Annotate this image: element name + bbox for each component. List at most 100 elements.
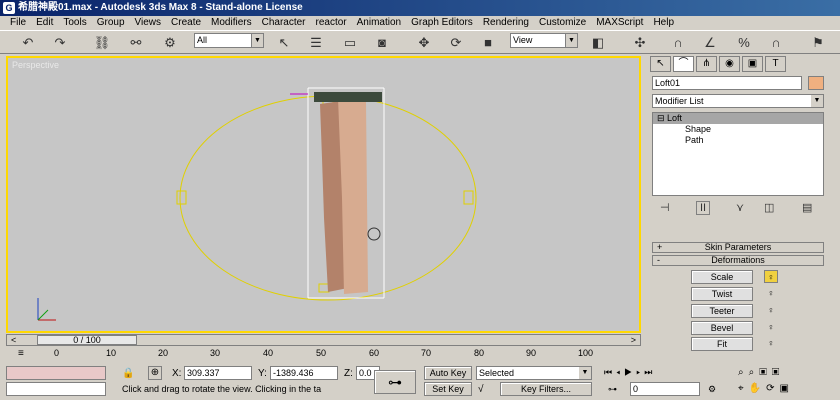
bind-spacewarp-icon[interactable]: ⚙ <box>160 33 180 52</box>
set-key-button[interactable]: Set Key <box>424 382 472 396</box>
current-frame-field[interactable]: 0 <box>630 382 700 396</box>
x-label: X: <box>172 368 182 379</box>
deformations-rollout[interactable]: - Deformations <box>652 255 824 266</box>
chevron-down-icon: ▼ <box>811 95 823 107</box>
menu-rendering[interactable]: Rendering <box>479 16 535 30</box>
axis-tripod-y <box>37 309 49 321</box>
bevel-toggle-bulb-icon[interactable]: ♀ <box>764 321 778 334</box>
named-selection-icon[interactable]: ⚑ <box>808 33 828 52</box>
key-mode-toggle-icon[interactable]: ⊶ <box>608 384 617 395</box>
object-name-field[interactable]: Loft01 <box>652 76 802 90</box>
spinner-snap-icon[interactable]: ∩ <box>766 33 786 52</box>
select-icon[interactable]: ↖ <box>274 33 294 52</box>
modifier-stack: ⊟ Loft Shape Path <box>652 112 824 196</box>
menu-create[interactable]: Create <box>167 16 207 30</box>
set-key-icon[interactable]: ⊶ <box>374 370 416 394</box>
stack-item-loft[interactable]: ⊟ Loft <box>653 113 823 124</box>
display-tab-icon[interactable]: ▣ <box>742 56 763 72</box>
playback-controls[interactable]: ⏮◂▶▸⏭ <box>604 367 656 378</box>
modifier-list-dropdown[interactable]: Modifier List ▼ <box>652 94 824 108</box>
link-icon[interactable]: ⛓ <box>92 33 112 52</box>
pin-stack-icon[interactable]: ⊣ <box>660 201 670 214</box>
y-coordinate-field[interactable]: -1389.436 <box>270 366 338 380</box>
viewport-nav-bottom[interactable]: ⌖✋⟳▣ <box>738 383 794 394</box>
stack-item-shape[interactable]: Shape <box>653 124 823 135</box>
rotate-icon[interactable]: ⟳ <box>446 33 466 52</box>
time-slider-prev-icon[interactable]: < <box>11 335 16 345</box>
time-slider-next-icon[interactable]: > <box>631 335 636 345</box>
menu-group[interactable]: Group <box>93 16 131 30</box>
twist-toggle-bulb-icon[interactable]: ♀ <box>764 287 778 300</box>
menu-tools[interactable]: Tools <box>59 16 92 30</box>
modify-tab-icon[interactable]: ⌒ <box>673 56 694 72</box>
x-coordinate-field[interactable]: 309.337 <box>184 366 252 380</box>
modifier-list-label: Modifier List <box>655 96 704 106</box>
window-crossing-icon[interactable]: ◙ <box>372 33 392 52</box>
object-color-swatch[interactable] <box>808 76 824 90</box>
menu-customize[interactable]: Customize <box>535 16 592 30</box>
manipulate-icon[interactable]: ✣ <box>630 33 650 52</box>
bevel-deform-button[interactable]: Bevel <box>691 321 753 335</box>
time-slider[interactable]: 0 / 100 <box>37 335 137 345</box>
menu-graph-editors[interactable]: Graph Editors <box>407 16 479 30</box>
menu-reactor[interactable]: reactor <box>312 16 353 30</box>
perspective-viewport[interactable]: Perspective <box>6 56 641 333</box>
selection-filter-dropdown[interactable]: All ▼ <box>194 33 264 48</box>
move-icon[interactable]: ✥ <box>414 33 434 52</box>
menu-modifiers[interactable]: Modifiers <box>207 16 258 30</box>
lock-selection-icon[interactable]: 🔒 <box>122 368 134 379</box>
motion-tab-icon[interactable]: ◉ <box>719 56 740 72</box>
fit-deform-button[interactable]: Fit <box>691 337 753 351</box>
teeter-deform-button[interactable]: Teeter <box>691 304 753 318</box>
show-end-result-icon[interactable]: II <box>696 201 711 215</box>
menu-animation[interactable]: Animation <box>353 16 407 30</box>
menu-help[interactable]: Help <box>649 16 680 30</box>
absolute-mode-icon[interactable]: ⊕ <box>148 366 162 380</box>
orbit-handle-right <box>463 190 474 205</box>
utilities-tab-icon[interactable]: T <box>765 56 786 72</box>
selection-filter-value: All <box>197 35 208 45</box>
make-unique-icon[interactable]: ⋎ <box>736 201 744 214</box>
create-tab-icon[interactable]: ↖ <box>650 56 671 72</box>
track-tick: 50 <box>316 348 327 358</box>
app-icon[interactable]: G <box>3 2 15 14</box>
fit-toggle-bulb-icon[interactable]: ♀ <box>764 337 778 350</box>
key-mode-dropdown[interactable]: Selected ▼ <box>476 366 592 380</box>
key-tangent-icon[interactable]: √ <box>478 384 484 395</box>
skin-parameters-rollout[interactable]: + Skin Parameters <box>652 242 824 253</box>
menu-maxscript[interactable]: MAXScript <box>592 16 649 30</box>
stack-item-path[interactable]: Path <box>653 135 823 146</box>
rect-selection-icon[interactable]: ▭ <box>340 33 360 52</box>
menu-views[interactable]: Views <box>131 16 168 30</box>
angle-snap-icon[interactable]: ∠ <box>700 33 720 52</box>
snap-toggle-icon[interactable]: ∩ <box>668 33 688 52</box>
menu-character[interactable]: Character <box>258 16 312 30</box>
percent-snap-icon[interactable]: % <box>734 33 754 52</box>
hierarchy-tab-icon[interactable]: ⋔ <box>696 56 717 72</box>
rotate-cursor-icon <box>367 227 381 241</box>
viewport-nav-top[interactable]: ⌕⌕▣▣ <box>738 367 784 378</box>
scale-toggle-bulb-icon[interactable]: ♀ <box>764 270 778 283</box>
unlink-icon[interactable]: ⚯ <box>126 33 146 52</box>
select-by-name-icon[interactable]: ☰ <box>306 33 326 52</box>
reference-coord-dropdown[interactable]: View ▼ <box>510 33 578 48</box>
teeter-toggle-bulb-icon[interactable]: ♀ <box>764 304 778 317</box>
undo-icon[interactable]: ↶ <box>18 33 38 52</box>
pivot-center-icon[interactable]: ◧ <box>588 33 608 52</box>
scale-deform-button[interactable]: Scale <box>691 270 753 284</box>
maxscript-listener-pink[interactable] <box>6 366 106 380</box>
scale-icon[interactable]: ■ <box>478 33 498 52</box>
track-bar[interactable]: ≡ 0 10 20 30 40 50 60 70 80 90 100 <box>6 348 641 364</box>
time-config-icon[interactable]: ⚙ <box>708 384 716 395</box>
configure-sets-icon[interactable]: ▤ <box>802 201 812 214</box>
redo-icon[interactable]: ↷ <box>50 33 70 52</box>
auto-key-button[interactable]: Auto Key <box>424 366 472 380</box>
remove-modifier-icon[interactable]: ◫ <box>764 201 774 214</box>
twist-deform-button[interactable]: Twist <box>691 287 753 301</box>
track-bar-icon[interactable]: ≡ <box>18 348 24 359</box>
menu-bar: File Edit Tools Group Views Create Modif… <box>0 16 840 30</box>
maxscript-listener-white[interactable] <box>6 382 106 396</box>
menu-file[interactable]: File <box>6 16 32 30</box>
menu-edit[interactable]: Edit <box>32 16 59 30</box>
key-filters-button[interactable]: Key Filters... <box>500 382 592 396</box>
